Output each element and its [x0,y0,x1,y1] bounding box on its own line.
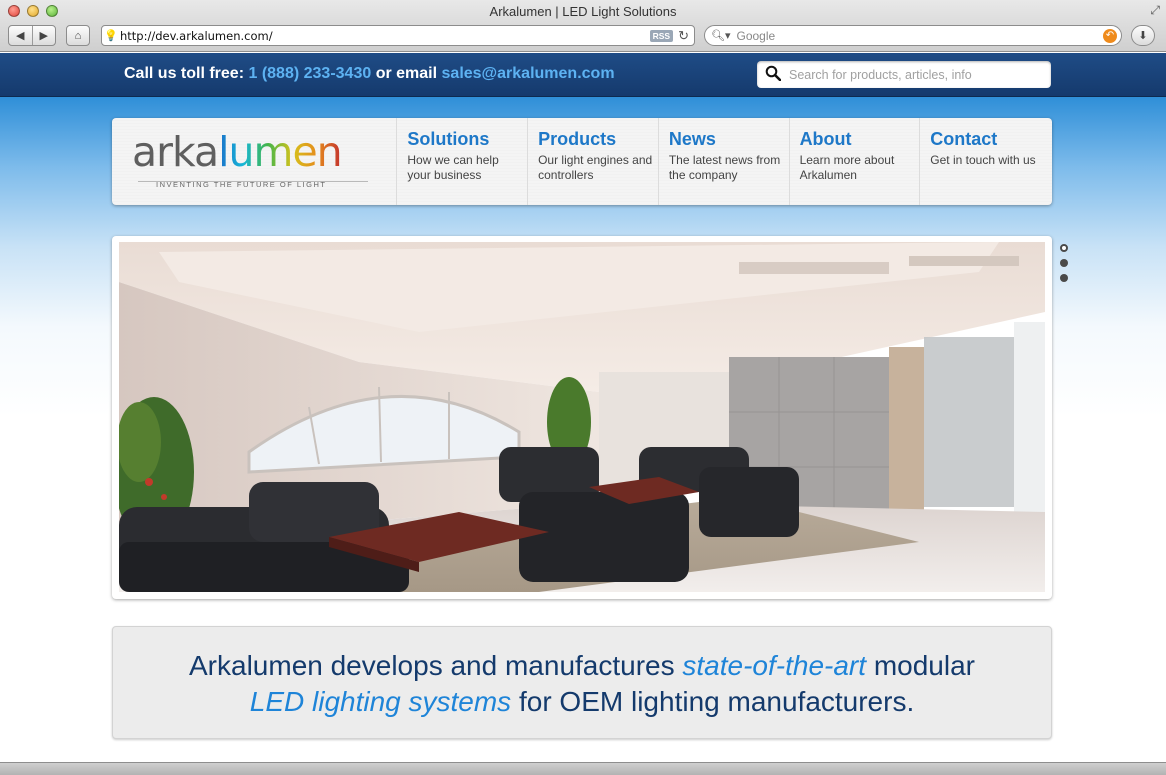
nav-title[interactable]: Products [538,129,658,149]
window-title: Arkalumen | LED Light Solutions [489,4,677,19]
hero-image[interactable] [119,242,1045,592]
call-label: Call us toll free: [124,65,245,82]
nav-title[interactable]: Solutions [407,129,527,149]
nav-item-news[interactable]: News The latest news from the company [659,118,790,205]
intro-text-2: modular [873,650,975,681]
url-text[interactable]: http://dev.arkalumen.com/ [120,29,650,43]
nav-subtitle: Learn more about Arkalumen [799,153,895,182]
browser-search-field[interactable]: 🔍︎▾ Google ↶ [704,25,1122,46]
browser-search-placeholder[interactable]: Google [737,29,1104,43]
back-icon[interactable]: ◀ [9,29,32,42]
nav-subtitle: Get in touch with us [930,153,1036,167]
forward-icon[interactable]: ▶ [33,29,56,42]
nav-item-solutions[interactable]: Solutions How we can help your business [397,118,529,205]
logo-tagline: INVENTING THE FUTURE OF LIGHT [156,180,327,189]
search-icon: 🔍︎▾ [711,30,731,42]
nav-subtitle: The latest news from the company [668,153,781,182]
logo-part-1: arka [132,128,219,176]
address-bar[interactable]: 💡 http://dev.arkalumen.com/ RSS ↻ [101,25,695,46]
window-bottom-bar [0,762,1166,775]
reload-icon[interactable]: ↻ [678,28,689,44]
nav-subtitle: Our light engines and controllers [538,153,653,182]
download-icon[interactable]: ⬇ [1131,25,1155,46]
logo-part-2: lumen [218,128,343,176]
logo[interactable]: arkalumen INVENTING THE FUTURE OF LIGHT [112,118,398,205]
home-icon[interactable]: ⌂ [66,25,90,46]
site-icon: 💡 [104,30,118,42]
snapback-icon[interactable]: ↶ [1103,28,1117,43]
resize-icon[interactable]: ⤢ [1150,3,1160,18]
nav-item-about[interactable]: About Learn more about Arkalumen [790,118,921,205]
rss-button[interactable]: RSS [649,29,674,42]
nav-item-products[interactable]: Products Our light engines and controlle… [528,118,659,205]
contact-bar: Call us toll free: 1 (888) 233-3430 or e… [0,53,1166,97]
intro-highlight-2: LED lighting systems [249,686,512,717]
nav-title[interactable]: About [800,129,920,149]
or-email-label: or email [375,65,438,82]
browser-toolbar: Arkalumen | LED Light Solutions ⤢ ◀ ▶ ⌂ … [0,0,1166,52]
office-lounge-photo [119,242,1045,592]
intro-highlight-1: state-of-the-art [682,650,867,681]
nav-item-contact[interactable]: Contact Get in touch with us [920,118,1052,205]
nav-subtitle: How we can help your business [407,153,499,182]
intro-statement: Arkalumen develops and manufactures stat… [112,626,1052,739]
site-search [757,61,1051,88]
search-icon[interactable] [757,65,789,85]
slider-pagination [1060,244,1068,282]
search-input[interactable] [789,67,1051,82]
email-link[interactable]: sales@arkalumen.com [442,65,615,82]
site-header: arkalumen INVENTING THE FUTURE OF LIGHT … [112,118,1052,205]
contact-line: Call us toll free: 1 (888) 233-3430 or e… [124,65,615,83]
back-forward-buttons: ◀ ▶ [8,25,56,46]
intro-text-1: Arkalumen develops and manufactures [189,650,675,681]
slider-dot-2[interactable] [1060,259,1068,267]
intro-text-3: for OEM lighting manufacturers. [518,686,915,717]
nav-title[interactable]: Contact [930,129,1052,149]
hero-slider [112,236,1052,599]
slider-dot-3[interactable] [1060,274,1068,282]
logo-wordmark: arkalumen [132,128,343,176]
slider-dot-1[interactable] [1060,244,1068,252]
nav-title[interactable]: News [669,129,789,149]
phone-link[interactable]: 1 (888) 233-3430 [248,65,371,82]
